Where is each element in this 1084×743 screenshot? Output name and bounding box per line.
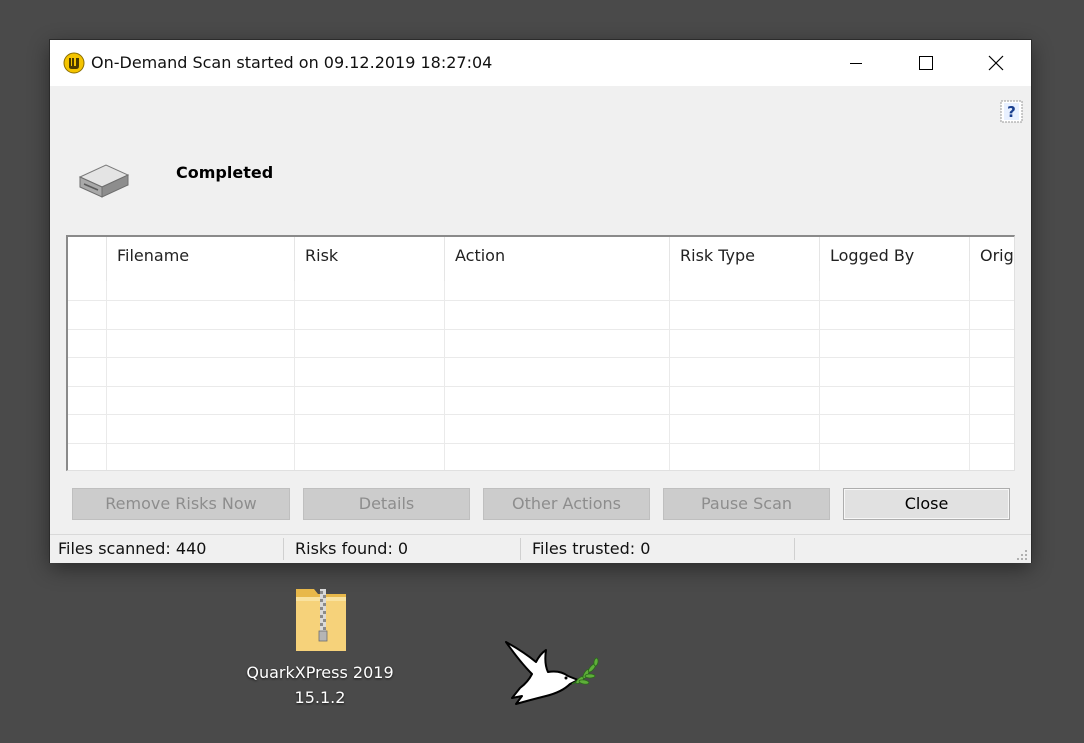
grid-line — [969, 281, 970, 470]
zip-folder-icon[interactable] — [290, 585, 352, 655]
details-button[interactable]: Details — [303, 488, 470, 520]
grid-line — [68, 357, 1014, 358]
resize-grip-icon[interactable] — [1014, 547, 1028, 561]
status-divider — [283, 538, 284, 560]
hard-drive-icon — [78, 164, 130, 198]
app-icon — [63, 52, 85, 74]
other-actions-button[interactable]: Other Actions — [483, 488, 650, 520]
dove-icon[interactable] — [500, 638, 600, 708]
maximize-button[interactable] — [891, 40, 961, 86]
risks-list[interactable]: Filename Risk Action Risk Type Logged By… — [66, 235, 1015, 471]
grid-line — [106, 281, 107, 470]
column-action[interactable]: Action — [444, 237, 669, 281]
grid-line — [68, 300, 1014, 301]
status-divider — [794, 538, 795, 560]
close-button[interactable]: Close — [843, 488, 1010, 520]
desktop: On-Demand Scan started on 09.12.2019 18:… — [0, 0, 1084, 743]
grid-line — [68, 414, 1014, 415]
close-icon — [988, 55, 1004, 71]
grid-line — [294, 281, 295, 470]
svg-text:?: ? — [1007, 103, 1016, 121]
column-risk[interactable]: Risk — [294, 237, 444, 281]
scan-status-text: Completed — [176, 163, 274, 182]
files-scanned-text: Files scanned: 440 — [58, 539, 207, 558]
column-filename[interactable]: Filename — [106, 237, 294, 281]
pause-scan-button[interactable]: Pause Scan — [663, 488, 830, 520]
risks-found-text: Risks found: 0 — [295, 539, 409, 558]
minimize-icon — [850, 63, 862, 64]
grid-line — [444, 281, 445, 470]
grid-line — [819, 281, 820, 470]
grid-line — [68, 329, 1014, 330]
grid-line — [68, 443, 1014, 444]
grid-line — [68, 386, 1014, 387]
close-window-button[interactable] — [961, 40, 1031, 86]
maximize-icon — [919, 56, 933, 70]
column-logged-by[interactable]: Logged By — [819, 237, 969, 281]
files-trusted-text: Files trusted: 0 — [532, 539, 651, 558]
list-header: Filename Risk Action Risk Type Logged By… — [68, 237, 1014, 281]
column-origin[interactable]: Orig — [969, 237, 1014, 281]
remove-risks-button[interactable]: Remove Risks Now — [72, 488, 290, 520]
status-bar: Files scanned: 440 Risks found: 0 Files … — [50, 534, 1031, 563]
minimize-button[interactable] — [821, 40, 891, 86]
title-bar[interactable]: On-Demand Scan started on 09.12.2019 18:… — [50, 40, 1031, 86]
zip-label-line2: 15.1.2 — [294, 688, 346, 707]
grid-line — [669, 281, 670, 470]
status-divider — [520, 538, 521, 560]
help-icon[interactable]: ? — [1000, 100, 1023, 123]
window-title: On-Demand Scan started on 09.12.2019 18:… — [91, 53, 493, 72]
column-risk-type[interactable]: Risk Type — [669, 237, 819, 281]
zip-label-line1: QuarkXPress 2019 — [246, 663, 394, 682]
scan-window: On-Demand Scan started on 09.12.2019 18:… — [50, 40, 1031, 563]
zip-folder-label[interactable]: QuarkXPress 2019 15.1.2 — [230, 660, 410, 710]
